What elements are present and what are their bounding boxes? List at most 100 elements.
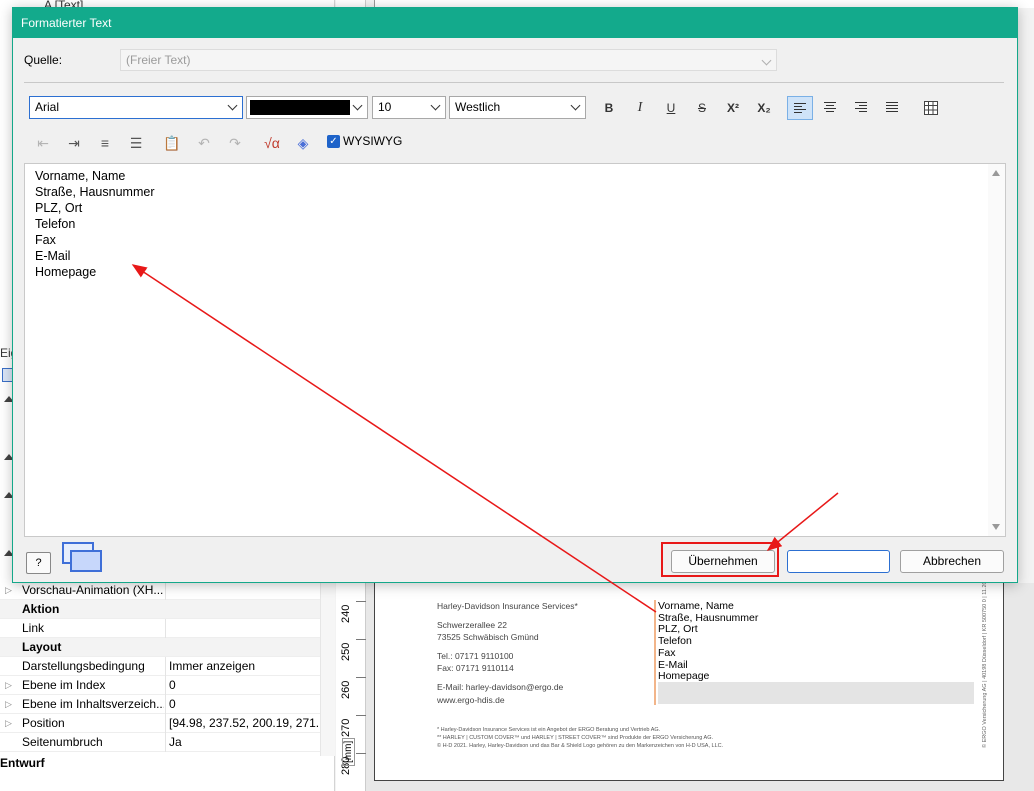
- bullet-list-icon[interactable]: ☰: [124, 132, 148, 154]
- property-row[interactable]: ▷ Vorschau-Animation (XH...: [0, 581, 320, 600]
- address-line: Fax: [658, 646, 676, 659]
- footnote: © H-D 2021. Harley, Harley-Davidson und …: [437, 743, 724, 749]
- superscript-button[interactable]: X²: [720, 96, 746, 120]
- font-family-value: Arial: [35, 100, 60, 114]
- windows-icon[interactable]: [60, 540, 104, 576]
- property-key: Ebene im Inhaltsverzeich...: [22, 697, 164, 711]
- font-family-select[interactable]: Arial: [29, 96, 243, 119]
- font-size-value: 10: [378, 100, 392, 114]
- fill-color-icon[interactable]: ◈: [291, 132, 315, 154]
- property-row[interactable]: Seitenumbruch Ja: [0, 733, 320, 752]
- editor-line: Fax: [35, 233, 56, 247]
- document-address-block[interactable]: Vorname, Name Straße, Hausnummer PLZ, Or…: [658, 600, 758, 683]
- font-size-select[interactable]: 10: [372, 96, 446, 119]
- status-label: Entwurf: [0, 756, 45, 770]
- editor-line: Straße, Hausnummer: [35, 185, 155, 199]
- wysiwyg-checkbox[interactable]: ✓: [327, 135, 340, 148]
- increase-indent-icon[interactable]: ⇥: [62, 132, 86, 154]
- property-row[interactable]: Link: [0, 619, 320, 638]
- line-spacing-icon[interactable]: ≡: [93, 132, 117, 154]
- ruler-number: 240: [340, 604, 352, 623]
- script-select[interactable]: Westlich: [449, 96, 586, 119]
- editor-line: PLZ, Ort: [35, 201, 83, 215]
- property-divider: [165, 733, 166, 752]
- property-value[interactable]: 0: [169, 695, 319, 713]
- chevron-down-icon: [761, 55, 772, 66]
- decrease-indent-icon[interactable]: ⇤: [31, 132, 55, 154]
- ruler-tick: [356, 639, 366, 640]
- footnote: ** HARLEY | CUSTOM COVER™ und HARLEY | S…: [437, 735, 714, 741]
- redo-icon[interactable]: ↷: [223, 132, 247, 154]
- justify-button[interactable]: [880, 96, 906, 120]
- bold-button[interactable]: B: [596, 96, 622, 120]
- chevron-down-icon[interactable]: [570, 100, 581, 111]
- ruler-tick: [356, 715, 366, 716]
- formula-icon[interactable]: √α: [260, 132, 284, 154]
- dialog-titlebar[interactable]: Formatierter Text: [13, 8, 1017, 38]
- wysiwyg-label[interactable]: WYSIWYG: [343, 134, 402, 148]
- table-icon: [924, 101, 938, 115]
- sender-email: E-Mail: harley-davidson@ergo.de: [437, 682, 564, 692]
- property-row[interactable]: ▷ Ebene im Index 0: [0, 676, 320, 695]
- property-value[interactable]: Ja: [169, 733, 319, 751]
- align-right-icon: [855, 102, 867, 113]
- text-editor[interactable]: Vorname, Name Straße, Hausnummer PLZ, Or…: [24, 163, 1006, 537]
- property-row[interactable]: ▷ Position [94.98, 237.52, 200.19, 271...: [0, 714, 320, 733]
- expand-arrow-icon[interactable]: ▷: [5, 676, 12, 694]
- property-divider: [165, 695, 166, 714]
- address-line: Vorname, Name: [658, 600, 734, 612]
- expand-arrow-icon[interactable]: ▷: [5, 714, 12, 732]
- property-grid-scrollbar[interactable]: [320, 581, 335, 756]
- editor-line: E-Mail: [35, 249, 71, 263]
- align-left-button[interactable]: [787, 96, 813, 120]
- ruler-number: 270: [340, 718, 352, 737]
- italic-button[interactable]: I: [627, 96, 653, 120]
- blank-button[interactable]: [787, 550, 890, 573]
- align-right-button[interactable]: [849, 96, 875, 120]
- scroll-down-icon[interactable]: [992, 524, 1000, 530]
- table-button[interactable]: [918, 96, 944, 120]
- expand-arrow-icon[interactable]: ▷: [5, 581, 12, 599]
- editor-scrollbar[interactable]: [988, 164, 1005, 536]
- property-divider: [165, 581, 166, 600]
- address-field-placeholder[interactable]: [658, 682, 974, 704]
- align-center-icon: [824, 102, 836, 113]
- sender-name: Harley-Davidson Insurance Services*: [437, 601, 578, 611]
- property-divider: [165, 676, 166, 695]
- property-category[interactable]: Aktion: [0, 600, 320, 619]
- ruler-number: 260: [340, 680, 352, 699]
- dialog-title: Formatierter Text: [21, 16, 112, 30]
- ruler-tick: [356, 677, 366, 678]
- paste-icon[interactable]: 📋: [160, 132, 184, 154]
- property-value[interactable]: 0: [169, 676, 319, 694]
- help-button[interactable]: ?: [26, 552, 51, 574]
- align-center-button[interactable]: [818, 96, 844, 120]
- expand-arrow-icon[interactable]: ▷: [5, 695, 12, 713]
- script-value: Westlich: [455, 100, 501, 114]
- property-category[interactable]: Layout: [0, 638, 320, 657]
- sender-city: 73525 Schwäbisch Gmünd: [437, 632, 539, 642]
- chevron-down-icon[interactable]: [352, 100, 363, 111]
- address-line: Homepage: [658, 670, 710, 683]
- font-color-select[interactable]: [246, 96, 368, 119]
- property-row[interactable]: ▷ Ebene im Inhaltsverzeich... 0: [0, 695, 320, 714]
- property-row[interactable]: Darstellungsbedingung Immer anzeigen: [0, 657, 320, 676]
- underline-button[interactable]: U: [658, 96, 684, 120]
- editor-content[interactable]: Vorname, Name Straße, Hausnummer PLZ, Or…: [35, 168, 154, 280]
- sender-tel: Tel.: 07171 9110100: [437, 651, 514, 661]
- property-divider: [165, 657, 166, 676]
- apply-button[interactable]: Übernehmen: [671, 550, 775, 573]
- property-value[interactable]: [94.98, 237.52, 200.19, 271...: [169, 714, 319, 732]
- chevron-down-icon[interactable]: [430, 100, 441, 111]
- scroll-up-icon[interactable]: [992, 170, 1000, 176]
- sender-street: Schwerzerallee 22: [437, 620, 507, 630]
- subscript-button[interactable]: X₂: [751, 96, 777, 120]
- chevron-down-icon[interactable]: [227, 100, 238, 111]
- undo-icon[interactable]: ↶: [192, 132, 216, 154]
- cancel-button[interactable]: Abbrechen: [900, 550, 1004, 573]
- property-value[interactable]: Immer anzeigen: [169, 657, 319, 675]
- ruler-tick: [356, 601, 366, 602]
- strikethrough-button[interactable]: S: [689, 96, 715, 120]
- property-key: Position: [22, 716, 65, 730]
- editor-line: Vorname, Name: [35, 169, 126, 183]
